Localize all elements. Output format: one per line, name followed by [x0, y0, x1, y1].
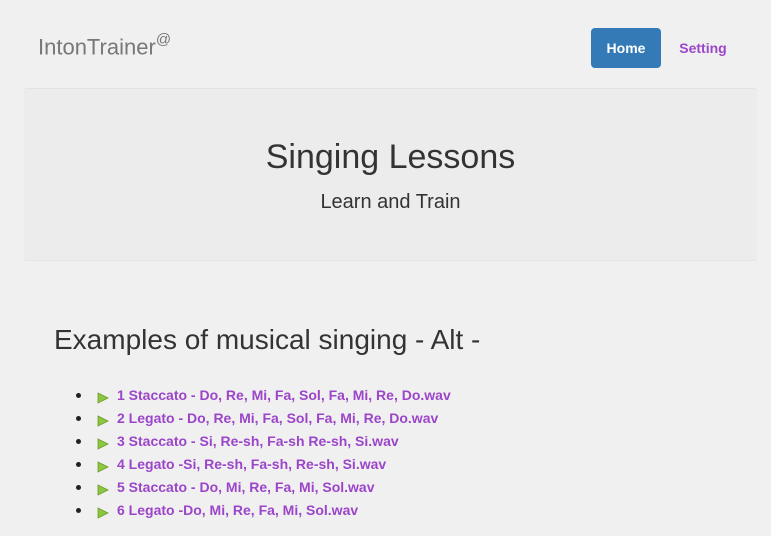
bullet-icon [76, 485, 81, 490]
nav-home-button[interactable]: Home [591, 28, 661, 68]
play-icon[interactable] [97, 415, 109, 427]
brand-name: IntonTrainer [38, 34, 156, 60]
hero-title: Singing Lessons [265, 138, 516, 176]
lesson-link[interactable]: 4 Legato -Si, Re-sh, Fa-sh, Re-sh, Si.wa… [117, 453, 386, 476]
hero-banner: Singing Lessons Learn and Train [24, 88, 757, 261]
bullet-icon [76, 416, 81, 421]
play-icon[interactable] [97, 438, 109, 450]
bullet-icon [76, 462, 81, 467]
lesson-link[interactable]: 6 Legato -Do, Mi, Re, Fa, Mi, Sol.wav [117, 499, 358, 522]
brand-superscript: @ [155, 31, 172, 48]
nav-setting-link[interactable]: Setting [666, 28, 740, 68]
bullet-icon [76, 508, 81, 513]
play-icon[interactable] [97, 507, 109, 519]
hero-subtitle: Learn and Train [320, 191, 461, 213]
brand-logo-link[interactable]: IntonTrainer@ [38, 31, 172, 60]
page: IntonTrainer@ Home Setting Singing Lesso… [0, 0, 771, 536]
lesson-link[interactable]: 5 Staccato - Do, Mi, Re, Fa, Mi, Sol.wav [117, 476, 375, 499]
lesson-link[interactable]: 2 Legato - Do, Re, Mi, Fa, Sol, Fa, Mi, … [117, 407, 438, 430]
navbar: IntonTrainer@ Home Setting [0, 0, 771, 88]
play-icon[interactable] [97, 461, 109, 473]
lesson-link[interactable]: 3 Staccato - Si, Re-sh, Fa-sh Re-sh, Si.… [117, 430, 399, 453]
bullet-icon [76, 393, 81, 398]
lesson-link[interactable]: 1 Staccato - Do, Re, Mi, Fa, Sol, Fa, Mi… [117, 384, 451, 407]
section-title: Examples of musical singing - Alt - [54, 324, 481, 355]
play-icon[interactable] [97, 484, 109, 496]
bullet-icon [76, 439, 81, 444]
play-icon[interactable] [97, 392, 109, 404]
